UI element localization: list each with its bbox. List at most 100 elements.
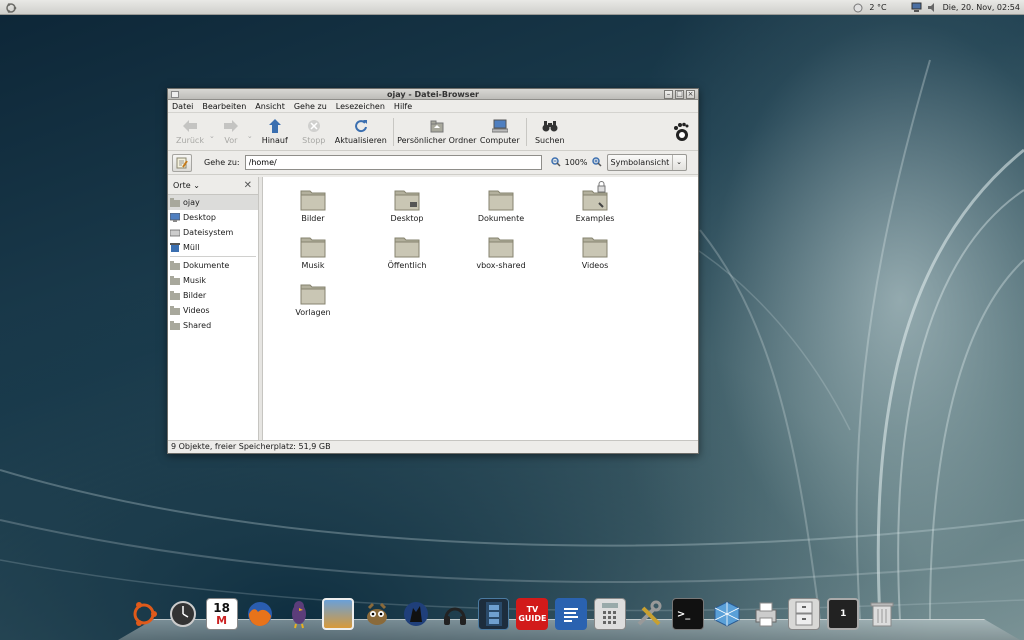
home-folder-icon — [429, 118, 445, 134]
maximize-button[interactable]: □ — [675, 90, 684, 99]
file-item-vorlagen[interactable]: Vorlagen — [273, 281, 353, 317]
menu-bearbeiten[interactable]: Bearbeiten — [202, 102, 246, 111]
window-title: ojay - Datei-Browser — [387, 90, 479, 99]
printer-icon[interactable] — [750, 598, 782, 630]
stop-button[interactable]: Stopp — [296, 115, 332, 149]
headphones-icon[interactable] — [439, 598, 471, 630]
menu-hilfe[interactable]: Hilfe — [394, 102, 412, 111]
home-button[interactable]: Persönlicher Ordner — [397, 115, 477, 149]
zoom-in-icon[interactable] — [591, 156, 602, 169]
content-area: Orte ⌄ ✕ ojay Desktop Dateisystem Müll D… — [168, 177, 698, 440]
chevron-down-icon: ⌄ — [671, 155, 686, 170]
sidebar-item-videos[interactable]: Videos — [168, 303, 258, 318]
menu-lesezeichen[interactable]: Lesezeichen — [336, 102, 385, 111]
ubuntu-menu-icon[interactable] — [3, 1, 19, 14]
folder-icon — [488, 190, 514, 211]
file-item-oeffentlich[interactable]: Öffentlich — [367, 234, 447, 270]
up-button[interactable]: Hinauf — [254, 115, 296, 149]
view-mode-value: Symbolansicht — [610, 158, 670, 167]
file-item-musik[interactable]: Musik — [273, 234, 353, 270]
photo-viewer-icon[interactable] — [322, 598, 355, 630]
view-mode-select[interactable]: Symbolansicht ⌄ — [606, 154, 687, 171]
places-list: ojay Desktop Dateisystem Müll Dokumente … — [168, 194, 258, 440]
ubuntu-icon[interactable] — [128, 598, 160, 630]
toolbar: Zurück ⌄ Vor ⌄ Hinauf Stopp Aktualisiere… — [168, 113, 698, 151]
zoom-level[interactable]: 100% — [565, 158, 588, 167]
minimize-button[interactable]: – — [664, 90, 673, 99]
zoom-out-icon[interactable] — [550, 156, 561, 169]
system-tray: 2 °C Die, 20. Nov, 02:54 — [853, 0, 1020, 15]
network-icon[interactable] — [911, 2, 922, 13]
file-item-bilder[interactable]: Bilder — [273, 187, 353, 223]
calculator-icon[interactable] — [594, 598, 627, 630]
clock-icon[interactable] — [167, 598, 199, 630]
sidebar: Orte ⌄ ✕ ojay Desktop Dateisystem Müll D… — [168, 177, 259, 440]
menu-datei[interactable]: Datei — [172, 102, 193, 111]
file-item-videos[interactable]: Videos — [555, 234, 635, 270]
terminal-icon[interactable]: >_ — [671, 598, 704, 630]
calendar-gmail-icon[interactable]: 18 M — [205, 598, 238, 630]
toggle-location-button[interactable] — [172, 153, 192, 172]
desktop-folder-icon — [394, 190, 420, 211]
weather-temperature[interactable]: 2 °C — [869, 3, 886, 12]
window-titlebar[interactable]: ojay - Datei-Browser – □ × — [168, 89, 698, 100]
volume-icon[interactable] — [927, 2, 938, 13]
reload-button[interactable]: Aktualisieren — [332, 115, 390, 149]
weather-icon[interactable] — [853, 2, 864, 13]
sidebar-header: Orte ⌄ ✕ — [168, 177, 258, 194]
gimp-icon[interactable] — [361, 598, 393, 630]
back-history-dropdown[interactable]: ⌄ — [208, 115, 216, 149]
file-item-desktop[interactable]: Desktop — [367, 187, 447, 223]
workspace-icon[interactable]: 1 — [827, 598, 860, 630]
computer-button[interactable]: Computer — [477, 115, 523, 149]
menu-gehe-zu[interactable]: Gehe zu — [294, 102, 327, 111]
home-folder-icon — [170, 198, 180, 207]
back-button[interactable]: Zurück — [172, 115, 208, 149]
firefox-icon[interactable] — [245, 598, 277, 630]
desktop-icon — [170, 213, 180, 222]
pidgin-icon[interactable] — [283, 598, 315, 630]
folder-icon — [170, 306, 180, 315]
sidebar-item-trash[interactable]: Müll — [168, 240, 258, 255]
clock[interactable]: Die, 20. Nov, 02:54 — [943, 3, 1020, 12]
tools-icon[interactable] — [633, 598, 665, 630]
goto-label: Gehe zu: — [204, 158, 240, 167]
sidebar-type-select[interactable]: Orte ⌄ — [173, 181, 200, 190]
trash-icon[interactable] — [866, 598, 898, 630]
menu-ansicht[interactable]: Ansicht — [255, 102, 285, 111]
workspace-number: 1 — [840, 609, 847, 619]
text-editor-icon[interactable] — [555, 598, 588, 630]
folder-icon — [582, 237, 608, 258]
sidebar-item-ojay[interactable]: ojay — [168, 195, 258, 210]
sidebar-item-musik[interactable]: Musik — [168, 273, 258, 288]
calendar-day: 18 — [213, 601, 230, 615]
file-item-dokumente[interactable]: Dokumente — [461, 187, 541, 223]
folder-icon — [300, 190, 326, 211]
sidebar-item-shared[interactable]: Shared — [168, 318, 258, 333]
file-item-examples[interactable]: Examples — [555, 181, 635, 223]
folder-icon — [394, 237, 420, 258]
film-icon[interactable] — [477, 598, 510, 630]
search-button[interactable]: Suchen — [530, 115, 570, 149]
stop-icon — [306, 118, 322, 134]
forward-button[interactable]: Vor — [216, 115, 246, 149]
wolf-icon[interactable] — [400, 598, 432, 630]
file-item-vbox-shared[interactable]: vbox-shared — [461, 234, 541, 270]
location-input[interactable] — [244, 155, 542, 170]
close-button[interactable]: × — [686, 90, 695, 99]
sidebar-item-bilder[interactable]: Bilder — [168, 288, 258, 303]
forward-history-dropdown[interactable]: ⌄ — [246, 115, 254, 149]
toolbar-separator — [525, 117, 527, 146]
close-icon[interactable]: ✕ — [244, 180, 252, 191]
arrow-left-icon — [182, 118, 198, 134]
folder-icon — [300, 284, 326, 305]
sidebar-item-dokumente[interactable]: Dokumente — [168, 258, 258, 273]
edit-icon — [176, 157, 188, 168]
sidebar-item-desktop[interactable]: Desktop — [168, 210, 258, 225]
virtualbox-icon[interactable] — [711, 598, 743, 630]
sidebar-item-filesystem[interactable]: Dateisystem — [168, 225, 258, 240]
tv-guide-icon[interactable]: TV GUIDE — [516, 598, 549, 630]
file-cabinet-icon[interactable] — [788, 598, 821, 630]
locked-symlink-folder-icon — [582, 181, 608, 211]
location-bar: Gehe zu: 100% Symbolansicht ⌄ — [168, 151, 698, 175]
